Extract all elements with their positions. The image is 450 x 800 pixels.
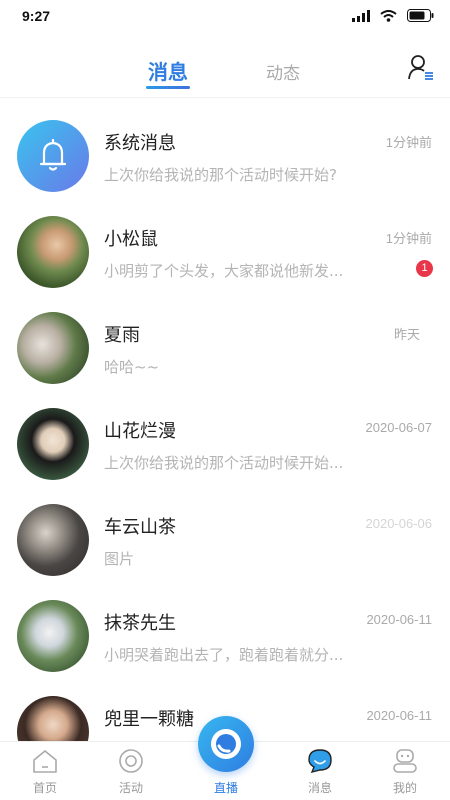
message-time: 1分钟前 [385, 231, 432, 246]
message-name: 兜里一颗糖 [104, 709, 194, 730]
nav-mine-label: 我的 [392, 781, 417, 795]
nav-home[interactable]: 首页 [10, 742, 80, 800]
nav-activity[interactable]: 活动 [96, 742, 166, 800]
message-list: 系统消息 上次你给我说的那个活动时候开始? 1分钟前 小松鼠 小明剪了个头发，大… [0, 98, 450, 770]
message-row[interactable]: 山花烂漫 上次你给我说的那个活动时候开始... 2020-06-07 [0, 386, 450, 482]
message-row[interactable]: 抹茶先生 小明哭着跑出去了，跑着跑着就分... 2020-06-11 [0, 578, 450, 674]
contacts-icon [408, 55, 433, 80]
avatar [17, 504, 89, 576]
message-time: 昨天 [393, 327, 420, 342]
status-bar: 9:27 [0, 0, 450, 34]
battery-icon [407, 9, 434, 22]
contacts-button[interactable] [408, 53, 434, 81]
message-name: 车云山茶 [104, 517, 176, 538]
message-preview: 小明哭着跑出去了，跑着跑着就分... [104, 646, 344, 664]
bell-icon [39, 138, 67, 171]
nav-home-label: 首页 [32, 781, 57, 795]
message-preview: 上次你给我说的那个活动时候开始? [104, 166, 337, 184]
message-preview: 哈哈~~ [104, 358, 160, 376]
message-row[interactable]: 夏雨 哈哈~~ 昨天 [0, 290, 450, 386]
message-preview: 上次你给我说的那个活动时候开始... [104, 454, 344, 472]
nav-mine[interactable]: 我的 [370, 742, 440, 800]
message-row[interactable]: 车云山茶 图片 2020-06-06 [0, 482, 450, 578]
message-row[interactable]: 小松鼠 小明剪了个头发，大家都说他新发... 1分钟前 1 [0, 194, 450, 290]
avatar [17, 216, 89, 288]
message-row-system[interactable]: 系统消息 上次你给我说的那个活动时候开始? 1分钟前 [0, 98, 450, 194]
tab-messages[interactable]: 消息 [146, 56, 190, 89]
message-time: 2020-06-07 [365, 420, 433, 435]
unread-badge: 1 [416, 260, 433, 277]
message-time: 1分钟前 [385, 135, 432, 150]
tab-messages-label: 消息 [148, 60, 188, 84]
avatar-system [17, 120, 89, 192]
chat-bubble-icon [308, 749, 332, 774]
message-preview: 小明剪了个头发，大家都说他新发... [104, 262, 344, 280]
tab-active-indicator [146, 86, 190, 89]
message-name: 山花烂漫 [104, 421, 176, 442]
message-time: 2020-06-11 [366, 612, 432, 627]
home-icon [33, 750, 57, 773]
nav-activity-label: 活动 [118, 781, 143, 795]
status-icons [352, 9, 434, 22]
message-time: 2020-06-11 [366, 708, 432, 723]
status-time: 9:27 [22, 8, 51, 24]
live-eye-icon [211, 729, 241, 759]
live-button[interactable] [198, 716, 254, 772]
nav-messages[interactable]: 消息 [285, 742, 355, 800]
message-name: 抹茶先生 [104, 613, 176, 634]
profile-icon [393, 749, 417, 773]
signal-icon [352, 9, 370, 22]
activity-icon [119, 749, 143, 773]
nav-messages-label: 消息 [307, 781, 332, 795]
tab-feed-label: 动态 [266, 64, 300, 84]
message-name: 系统消息 [104, 133, 176, 154]
nav-live-label: 直播 [213, 781, 238, 795]
wifi-icon [380, 9, 397, 22]
avatar [17, 312, 89, 384]
top-nav: 消息 动态 [0, 34, 450, 98]
avatar [17, 600, 89, 672]
message-preview: 图片 [104, 550, 135, 568]
tab-feed[interactable]: 动态 [266, 59, 300, 84]
message-time: 2020-06-06 [365, 516, 433, 531]
avatar [17, 408, 89, 480]
message-name: 夏雨 [104, 325, 140, 346]
message-name: 小松鼠 [104, 229, 158, 250]
